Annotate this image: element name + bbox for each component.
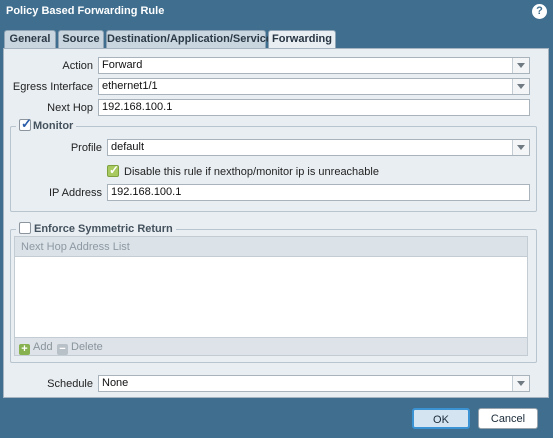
chevron-down-icon[interactable]	[512, 79, 529, 94]
delete-button[interactable]: − Delete	[57, 341, 103, 355]
next-hop-label: Next Hop	[47, 102, 93, 114]
profile-value: default	[111, 141, 145, 153]
monitor-legend: ✓ Monitor	[16, 116, 77, 132]
ip-address-value: 192.168.100.1	[111, 186, 182, 198]
profile-label: Profile	[70, 142, 102, 154]
action-value: Forward	[102, 59, 143, 71]
chevron-down-icon[interactable]	[512, 58, 529, 73]
disable-rule-label: Disable this rule if nexthop/monitor ip …	[124, 166, 379, 178]
ip-address-input[interactable]: 192.168.100.1	[107, 184, 530, 201]
monitor-legend-text: Monitor	[33, 120, 74, 132]
symmetric-return-legend-text: Enforce Symmetric Return	[34, 223, 173, 235]
symmetric-return-legend: Enforce Symmetric Return	[16, 222, 176, 235]
tab-general[interactable]: General	[4, 30, 56, 48]
delete-label: Delete	[71, 341, 103, 353]
list-header: Next Hop Address List	[15, 237, 527, 257]
next-hop-input[interactable]: 192.168.100.1	[98, 99, 530, 116]
forwarding-panel: Action Forward Egress Interface ethernet…	[3, 48, 549, 398]
dialog-titlebar: Policy Based Forwarding Rule ?	[0, 0, 553, 24]
tab-destination-application-service[interactable]: Destination/Application/Service	[106, 30, 272, 48]
ip-address-label: IP Address	[49, 187, 102, 199]
monitor-checkbox[interactable]: ✓	[19, 116, 32, 131]
ok-button[interactable]: OK	[412, 408, 470, 429]
egress-interface-select[interactable]: ethernet1/1	[98, 78, 530, 95]
schedule-label: Schedule	[47, 378, 93, 390]
chevron-down-icon[interactable]	[512, 140, 529, 155]
cancel-button[interactable]: Cancel	[478, 408, 538, 429]
disable-rule-checkbox[interactable]: ✓	[107, 163, 120, 177]
symmetric-return-checkbox[interactable]	[19, 222, 31, 234]
schedule-value: None	[102, 377, 129, 389]
action-label: Action	[62, 60, 93, 72]
dialog-title: Policy Based Forwarding Rule	[6, 5, 165, 17]
add-label: Add	[33, 341, 53, 353]
help-icon[interactable]: ?	[532, 4, 547, 19]
add-button[interactable]: + Add	[19, 341, 53, 355]
checkmark-icon: ✓	[21, 116, 32, 131]
list-toolbar: + Add − Delete	[15, 337, 527, 355]
egress-interface-value: ethernet1/1	[102, 80, 158, 92]
chevron-down-icon[interactable]	[512, 376, 529, 391]
minus-icon: −	[57, 344, 68, 355]
tab-source[interactable]: Source	[58, 30, 104, 48]
action-select[interactable]: Forward	[98, 57, 530, 74]
next-hop-value: 192.168.100.1	[102, 101, 173, 113]
profile-select[interactable]: default	[107, 139, 530, 156]
checkmark-icon: ✓	[109, 163, 120, 177]
schedule-select[interactable]: None	[98, 375, 530, 392]
egress-interface-label: Egress Interface	[12, 81, 93, 93]
tab-forwarding[interactable]: Forwarding	[268, 30, 336, 49]
next-hop-address-list: Next Hop Address List + Add − Delete	[14, 236, 528, 356]
plus-icon: +	[19, 344, 30, 355]
